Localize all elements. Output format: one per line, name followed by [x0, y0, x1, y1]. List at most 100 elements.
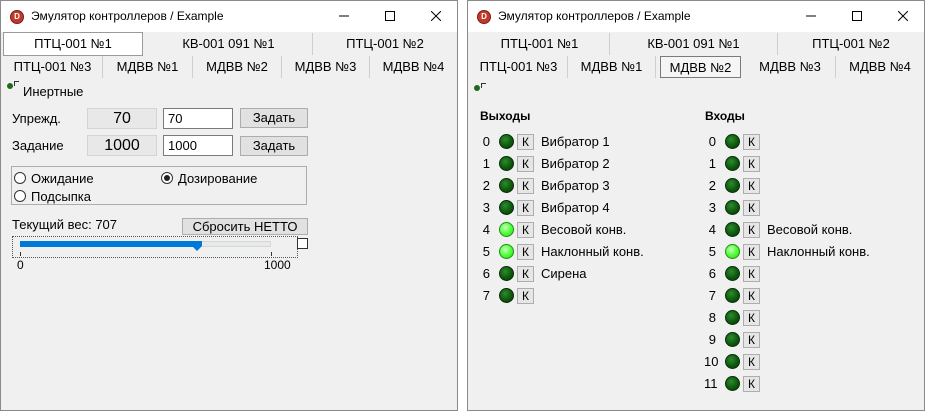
input-led-indicator: [725, 288, 740, 303]
tab-kv-001-091-1[interactable]: КВ-001 091 №1: [610, 33, 778, 55]
input-toggle-button[interactable]: К: [743, 134, 760, 150]
output-toggle-button[interactable]: К: [517, 156, 534, 172]
window-title: Эмулятор контроллеров / Example: [31, 9, 224, 23]
tab-mdvv-4[interactable]: МДВВ №4: [370, 56, 457, 78]
tab-mdvv-1[interactable]: МДВВ №1: [103, 56, 193, 78]
input-toggle-button[interactable]: К: [743, 266, 760, 282]
input-led-indicator: [725, 244, 740, 259]
slider-tick-min: [20, 252, 21, 256]
tab-ptc-001-1[interactable]: ПТЦ-001 №1: [3, 32, 143, 56]
tab-row-2: ПТЦ-001 №3 МДВВ №1 МДВВ №2 МДВВ №3 МДВВ …: [468, 56, 924, 78]
tab-kv-001-091-1[interactable]: КВ-001 091 №1: [145, 33, 313, 55]
maximize-button[interactable]: [367, 1, 413, 32]
tab-ptc-001-2[interactable]: ПТЦ-001 №2: [778, 33, 924, 55]
close-button[interactable]: [413, 1, 459, 32]
output-led-indicator: [499, 178, 514, 193]
tab-ptc-001-1[interactable]: ПТЦ-001 №1: [470, 33, 610, 55]
input-number: 2: [708, 178, 716, 193]
close-button[interactable]: [880, 1, 925, 32]
input-number: 11: [704, 376, 718, 391]
input-led-indicator: [725, 134, 740, 149]
input-led-indicator: [725, 222, 740, 237]
input-toggle-button[interactable]: К: [743, 200, 760, 216]
input-label: Весовой конв.: [767, 222, 853, 237]
input-number: 6: [708, 266, 716, 281]
weight-slider[interactable]: [12, 236, 298, 258]
output-led-indicator: [499, 288, 514, 303]
tab-row-1: ПТЦ-001 №1 КВ-001 091 №1 ПТЦ-001 №2: [468, 33, 924, 55]
output-led-indicator: [499, 266, 514, 281]
inert-checkbox[interactable]: [481, 83, 486, 88]
tab-mdvv-1[interactable]: МДВВ №1: [568, 56, 656, 78]
tab-mdvv-3[interactable]: МДВВ №3: [745, 56, 836, 78]
output-toggle-button[interactable]: К: [517, 178, 534, 194]
minimize-button[interactable]: [321, 1, 367, 32]
output-label: Вибратор 2: [541, 156, 610, 171]
minimize-icon: [339, 15, 349, 17]
input-number: 8: [708, 310, 716, 325]
mode-dosing-radio[interactable]: [161, 172, 173, 184]
reset-net-button[interactable]: Сбросить НЕТТО: [182, 218, 308, 235]
warn-input[interactable]: [163, 108, 233, 129]
input-number: 4: [708, 222, 716, 237]
minimize-button[interactable]: [788, 1, 834, 32]
output-number: 4: [482, 222, 490, 237]
input-number: 1: [708, 156, 716, 171]
output-toggle-button[interactable]: К: [517, 266, 534, 282]
output-toggle-button[interactable]: К: [517, 222, 534, 238]
input-led-indicator: [725, 376, 740, 391]
title-bar[interactable]: D Эмулятор контроллеров / Example: [1, 1, 457, 32]
output-led-indicator: [499, 222, 514, 237]
mode-dosing-label: Дозирование: [178, 171, 258, 186]
setpoint-input[interactable]: [163, 135, 233, 156]
inputs-header: Входы: [705, 109, 745, 123]
input-toggle-button[interactable]: К: [743, 354, 760, 370]
output-led-indicator: [499, 244, 514, 259]
tab-mdvv-2[interactable]: МДВВ №2: [193, 56, 282, 78]
maximize-button[interactable]: [834, 1, 880, 32]
slider-fill: [20, 241, 198, 247]
mode-waiting-label: Ожидание: [31, 171, 94, 186]
setpoint-apply-button[interactable]: Задать: [240, 136, 308, 156]
input-toggle-button[interactable]: К: [743, 288, 760, 304]
input-toggle-button[interactable]: К: [743, 376, 760, 392]
tab-ptc-001-3[interactable]: ПТЦ-001 №3: [3, 56, 103, 78]
output-toggle-button[interactable]: К: [517, 244, 534, 260]
input-number: 5: [708, 244, 716, 259]
warn-apply-button[interactable]: Задать: [240, 108, 308, 128]
slider-thumb[interactable]: [192, 239, 203, 251]
slider-end-box[interactable]: [297, 238, 308, 249]
output-toggle-button[interactable]: К: [517, 200, 534, 216]
tab-mdvv-4[interactable]: МДВВ №4: [836, 56, 924, 78]
mode-waiting-radio[interactable]: [14, 172, 26, 184]
input-led-indicator: [725, 354, 740, 369]
output-number: 7: [482, 288, 490, 303]
input-led-indicator: [725, 266, 740, 281]
mode-feeding-radio[interactable]: [14, 190, 26, 202]
output-toggle-button[interactable]: К: [517, 134, 534, 150]
inert-indicator-icon[interactable]: [474, 85, 480, 91]
input-toggle-button[interactable]: К: [743, 310, 760, 326]
input-number: 3: [708, 200, 716, 215]
warn-label: Упрежд.: [12, 111, 61, 126]
tab-ptc-001-3[interactable]: ПТЦ-001 №3: [470, 56, 568, 78]
tab-ptc-001-2[interactable]: ПТЦ-001 №2: [313, 33, 457, 55]
output-number: 0: [482, 134, 490, 149]
input-toggle-button[interactable]: К: [743, 156, 760, 172]
maximize-icon: [385, 11, 395, 21]
inert-indicator-icon[interactable]: [7, 83, 13, 89]
tab-mdvv-3[interactable]: МДВВ №3: [282, 56, 370, 78]
input-toggle-button[interactable]: К: [743, 178, 760, 194]
input-toggle-button[interactable]: К: [743, 244, 760, 260]
input-toggle-button[interactable]: К: [743, 332, 760, 348]
input-label: Наклонный конв.: [767, 244, 870, 259]
output-number: 2: [482, 178, 490, 193]
app-icon: D: [477, 10, 491, 24]
title-bar[interactable]: D Эмулятор контроллеров / Example: [468, 1, 924, 32]
input-toggle-button[interactable]: К: [743, 222, 760, 238]
tab-mdvv-2[interactable]: МДВВ №2: [660, 56, 741, 78]
input-led-indicator: [725, 178, 740, 193]
inert-checkbox[interactable]: [14, 81, 19, 86]
output-toggle-button[interactable]: К: [517, 288, 534, 304]
output-label: Вибратор 3: [541, 178, 610, 193]
